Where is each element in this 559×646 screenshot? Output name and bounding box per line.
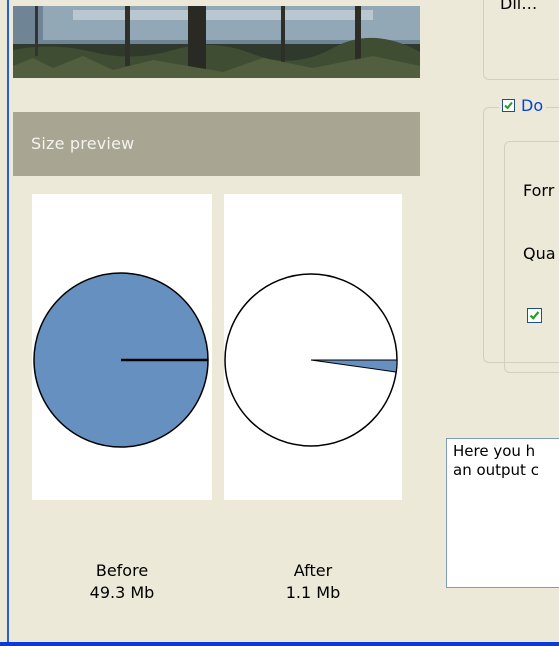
option-checkbox-box[interactable] bbox=[527, 308, 542, 323]
before-pie-panel bbox=[32, 194, 212, 500]
after-caption: After 1.1 Mb bbox=[224, 560, 402, 604]
after-label: After bbox=[293, 561, 333, 580]
before-label: Before bbox=[95, 561, 149, 580]
option-checkbox[interactable] bbox=[527, 308, 542, 323]
checkmark-icon bbox=[529, 311, 540, 320]
before-size: 49.3 Mb bbox=[89, 583, 155, 602]
size-preview-header: Size preview bbox=[13, 112, 420, 176]
checkmark-icon bbox=[504, 101, 513, 110]
options-enable-checkbox[interactable] bbox=[502, 99, 515, 112]
window-border-left bbox=[7, 0, 9, 646]
after-size: 1.1 Mb bbox=[285, 583, 341, 602]
options-legend[interactable]: Do bbox=[499, 96, 547, 115]
options-enable-label[interactable]: Do bbox=[521, 96, 543, 115]
info-textbox[interactable]: Here you h an output c bbox=[446, 438, 559, 588]
window-frame-left bbox=[0, 0, 7, 646]
before-caption: Before 49.3 Mb bbox=[32, 560, 212, 604]
size-preview-title: Size preview bbox=[31, 134, 135, 153]
quality-label: Qua bbox=[523, 244, 556, 263]
photo-thumbnail bbox=[13, 6, 420, 78]
after-pie-panel bbox=[224, 194, 402, 500]
top-groupbox-partial-text: Dii… bbox=[500, 0, 538, 13]
format-label: Forr bbox=[523, 181, 555, 200]
window-border-bottom bbox=[0, 642, 559, 646]
